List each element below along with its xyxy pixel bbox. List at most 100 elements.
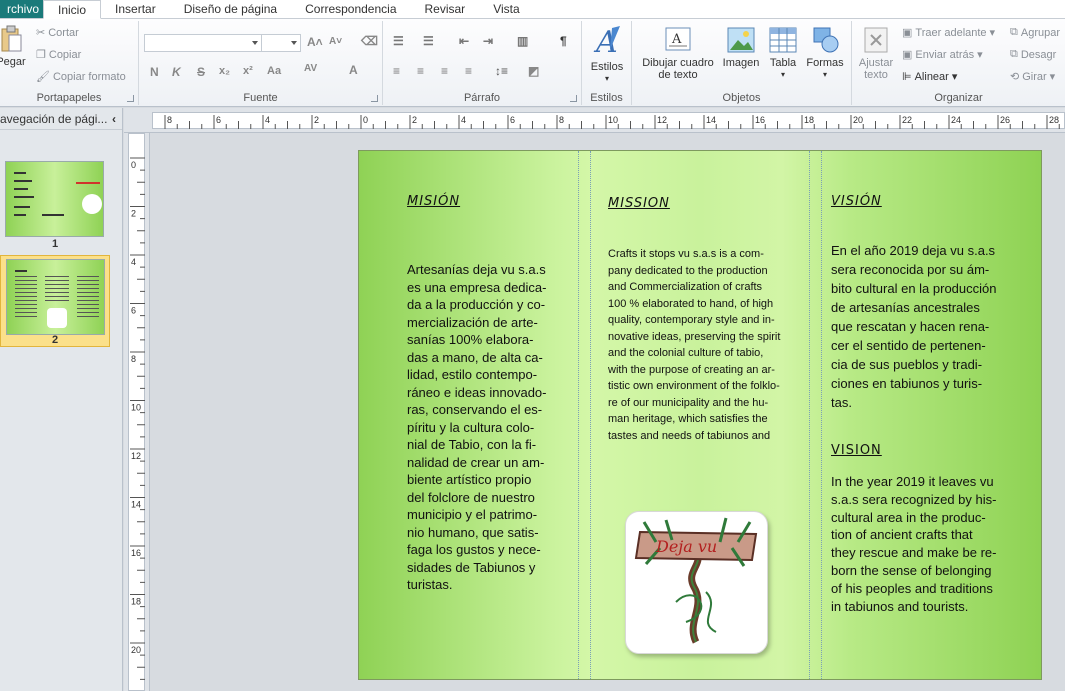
numbering-icon[interactable]: ☰ [423, 34, 434, 48]
thumb-text-block [45, 276, 69, 304]
mision-textbox[interactable]: Artesanías deja vu s.a.s es una empresa … [407, 261, 559, 594]
vision-es-heading[interactable]: VISIÓN [831, 194, 882, 209]
paste-button[interactable]: Pegar [0, 25, 26, 68]
clipboard-group-label: Portapapeles [36, 92, 102, 104]
svg-text:Deja vu: Deja vu [655, 537, 717, 556]
tab-diseno-pagina[interactable]: Diseño de página [170, 0, 291, 18]
group-button[interactable]: ⧉ Agrupar [1010, 26, 1060, 39]
font-size-combo[interactable] [261, 34, 301, 52]
shading-icon[interactable]: ◩ [528, 64, 539, 78]
mision-heading[interactable]: MISIÓN [407, 194, 460, 209]
tab-inicio[interactable]: Inicio [43, 0, 102, 19]
group-font: A˄ A˅ ⌫ N K S x₂ x² Aa AV A Fuente [139, 21, 383, 105]
group-icon: ⧉ [1010, 26, 1018, 38]
ruler-strip: 0 2 4 6 8 10 12 14 16 18 20 [128, 133, 145, 691]
document-workspace[interactable]: MISIÓN Artesanías deja vu s.a.s es una e… [150, 134, 1065, 691]
paste-label: Pegar [0, 56, 26, 68]
subscript-icon[interactable]: x₂ [219, 65, 230, 77]
ruler-label: 8 [559, 115, 564, 125]
ruler-label: 14 [706, 115, 716, 125]
table-button[interactable]: Tabla ▾ [764, 26, 802, 81]
bold-button[interactable]: N [150, 65, 159, 79]
page-thumbnail-2[interactable]: 2 [0, 255, 110, 347]
align-right-icon[interactable]: ≡ [441, 64, 448, 78]
ruler-label: 2 [131, 209, 136, 219]
deja-vu-logo-image[interactable]: Deja vu [625, 511, 768, 654]
thumb-line [76, 182, 100, 184]
image-button[interactable]: Imagen [720, 26, 762, 69]
change-case-button[interactable]: Aa [267, 65, 281, 77]
styles-group-label: Estilos [590, 92, 623, 104]
font-family-combo[interactable] [144, 34, 262, 52]
bullets-icon[interactable]: ☰ [393, 34, 404, 48]
italic-button[interactable]: K [172, 65, 181, 79]
page-thumbnail-1[interactable]: 1 [0, 158, 110, 250]
ruler-label: 2 [412, 115, 417, 125]
vision-en-textbox[interactable]: In the year 2019 it leaves vu s.a.s sera… [831, 473, 1009, 615]
columns-icon[interactable]: ▥ [517, 34, 528, 48]
font-color-icon[interactable]: A [349, 63, 358, 77]
wrap-text-label: Ajustar texto [858, 57, 894, 81]
thumb-line [14, 172, 26, 174]
thumb-line [14, 196, 34, 198]
paragraph-launcher[interactable] [570, 95, 577, 102]
vision-es-textbox[interactable]: En el año 2019 deja vu s.a.s sera recono… [831, 241, 1009, 412]
styles-button[interactable]: A Estilos ▾ [586, 24, 628, 85]
ruler-label: 14 [131, 500, 141, 510]
justify-icon[interactable]: ≡ [465, 64, 472, 78]
cut-button[interactable]: ✂ Cortar [36, 26, 79, 40]
line-spacing-icon[interactable]: ↕≡ [495, 64, 508, 78]
decrease-indent-icon[interactable]: ⇤ [459, 34, 469, 48]
increase-indent-icon[interactable]: ⇥ [483, 34, 493, 48]
tab-vista[interactable]: Vista [479, 0, 533, 18]
send-backward-button[interactable]: ▣ Enviar atrás ▾ [902, 48, 983, 62]
ruler-label: 22 [902, 115, 912, 125]
ruler-label: 0 [131, 160, 136, 170]
superscript-icon[interactable]: x² [243, 65, 253, 77]
rotate-button[interactable]: ⟲ Girar ▾ [1010, 70, 1056, 84]
show-formatting-button[interactable]: ¶ [560, 34, 567, 48]
grow-font-icon[interactable]: A˄ [307, 35, 323, 49]
ruler-label: 10 [131, 403, 141, 413]
draw-textbox-button[interactable]: A Dibujar cuadro de texto [638, 26, 718, 81]
brochure-page[interactable]: MISIÓN Artesanías deja vu s.a.s es una e… [358, 150, 1042, 680]
align-left-icon[interactable]: ≡ [393, 64, 400, 78]
clear-format-icon[interactable]: ⌫ [361, 34, 378, 48]
ruler-label: 12 [131, 451, 141, 461]
ruler-label: 16 [755, 115, 765, 125]
send-backward-icon: ▣ [902, 49, 913, 61]
wrap-text-button[interactable]: Ajustar texto [854, 26, 898, 81]
font-launcher[interactable] [371, 95, 378, 102]
align-center-icon[interactable]: ≡ [417, 64, 424, 78]
vertical-ruler[interactable]: 0 2 4 6 8 10 12 14 16 18 20 [124, 133, 150, 691]
vision-en-heading[interactable]: VISION [831, 443, 882, 458]
shapes-button[interactable]: Formas ▾ [804, 26, 846, 81]
ribbon-tabs: rchivo Inicio Insertar Diseño de página … [0, 0, 1065, 19]
copy-button[interactable]: ❐ Copiar [36, 48, 81, 62]
mission-textbox[interactable]: Crafts it stops vu s.a.s is a com- pany … [608, 246, 800, 444]
chevron-down-icon: ▾ [780, 70, 785, 79]
bring-forward-button[interactable]: ▣ Traer adelante ▾ [902, 26, 995, 40]
tab-correspondencia[interactable]: Correspondencia [291, 0, 410, 18]
ruler-label: 6 [131, 306, 136, 316]
chevron-down-icon: ▾ [977, 49, 983, 61]
horizontal-ruler[interactable]: 8 6 4 2 0 2 4 6 8 10 12 14 16 18 20 22 24 26 28 [124, 108, 1065, 133]
mission-heading[interactable]: MISSION [608, 196, 670, 211]
format-painter-button[interactable]: 🖌 Copiar formato [36, 70, 126, 84]
ruler-label: 18 [131, 597, 141, 607]
chevron-down-icon: ▾ [822, 70, 827, 79]
ruler-label: 12 [657, 115, 667, 125]
clipboard-launcher[interactable] [127, 95, 134, 102]
tab-file[interactable]: rchivo [0, 0, 43, 18]
ungroup-icon: ⧉ [1010, 48, 1018, 60]
shrink-font-icon[interactable]: A˅ [329, 36, 342, 47]
chevron-down-icon: ▾ [1049, 71, 1056, 83]
collapse-chevron-icon[interactable]: ‹ [112, 112, 116, 126]
tab-revisar[interactable]: Revisar [411, 0, 480, 18]
strikethrough-button[interactable]: S [197, 65, 205, 79]
character-spacing-icon[interactable]: AV [304, 63, 317, 74]
tab-insertar[interactable]: Insertar [101, 0, 170, 18]
ungroup-button[interactable]: ⧉ Desagr [1010, 48, 1056, 61]
ruler-label: 24 [951, 115, 961, 125]
align-button[interactable]: ⊫ Alinear ▾ [902, 70, 957, 84]
